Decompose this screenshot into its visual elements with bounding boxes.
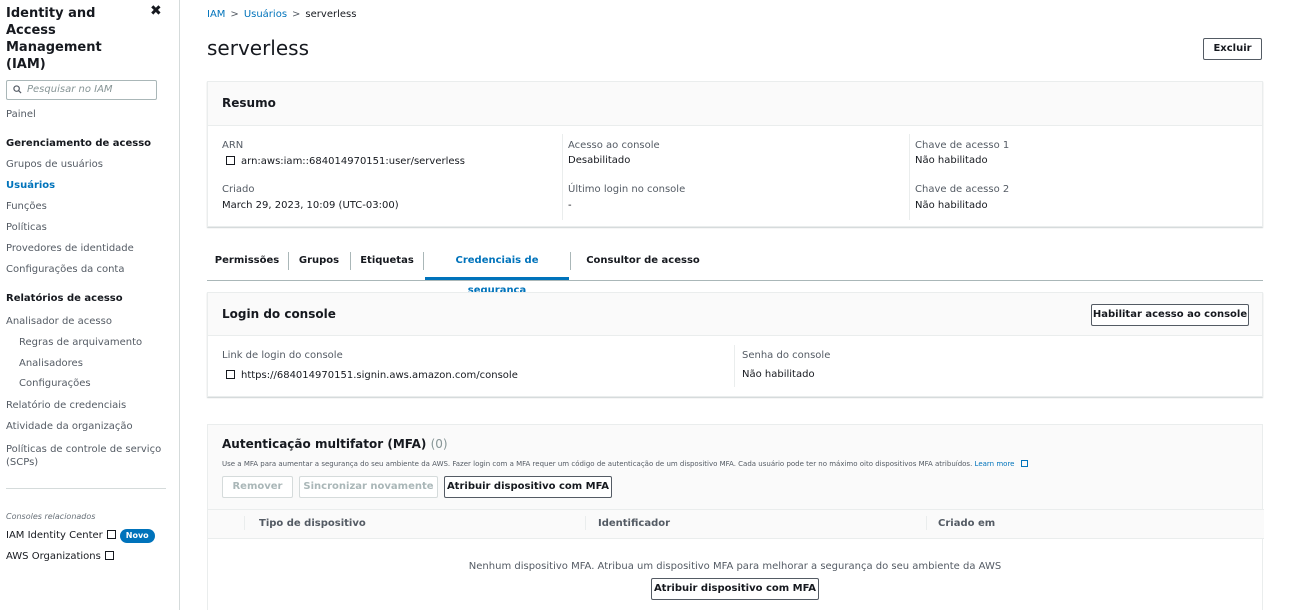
sidebar-item-scps[interactable]: Políticas de controle de serviço (SCPs) xyxy=(6,443,166,469)
created-value: March 29, 2023, 10:09 (UTC-03:00) xyxy=(222,200,399,211)
chevron-right-icon: > xyxy=(292,9,301,20)
summary-title: Resumo xyxy=(222,96,276,110)
tab-access-advisor[interactable]: Consultor de acesso xyxy=(571,246,715,280)
created-label: Criado xyxy=(222,184,255,195)
mfa-title: Autenticação multifator (MFA) (0) xyxy=(222,437,448,451)
remove-button[interactable]: Remover xyxy=(222,476,293,498)
copy-icon[interactable] xyxy=(226,370,235,379)
mfa-description: Use a MFA para aumentar a segurança do s… xyxy=(222,459,1028,468)
console-login-title: Login do console xyxy=(222,307,336,321)
console-link-text: https://684014970151.signin.aws.amazon.c… xyxy=(241,370,518,381)
console-password-value: Não habilitado xyxy=(742,369,815,380)
sidebar-section-access-management: Gerenciamento de acesso xyxy=(6,138,152,149)
sidebar-item-user-groups[interactable]: Grupos de usuários xyxy=(6,159,103,171)
tab-permissions[interactable]: Permissões xyxy=(207,246,287,280)
copy-icon[interactable] xyxy=(226,156,235,165)
breadcrumb: IAM > Usuários > serverless xyxy=(207,9,356,20)
sidebar-item-users[interactable]: Usuários xyxy=(6,180,55,192)
console-link-label: Link de login do console xyxy=(222,350,343,361)
access-key-1-label: Chave de acesso 1 xyxy=(915,140,1010,151)
resync-button[interactable]: Sincronizar novamente xyxy=(299,476,438,498)
search-icon xyxy=(13,85,22,94)
tab-security-credentials[interactable]: Credenciais de segurança xyxy=(425,246,569,296)
sidebar-item-account-settings[interactable]: Configurações da conta xyxy=(6,264,124,276)
sidebar-item-analyzers[interactable]: Analisadores xyxy=(19,358,83,370)
sidebar-link-organizations[interactable]: AWS Organizations xyxy=(6,550,114,563)
last-login-label: Último login no console xyxy=(568,184,686,195)
external-link-icon xyxy=(1020,460,1028,467)
sidebar: Identity and Access Management (IAM) ✖ P… xyxy=(0,0,180,610)
arn-value: arn:aws:iam::684014970151:user/serverles… xyxy=(226,155,465,167)
console-access-label: Acesso ao console xyxy=(568,140,660,151)
access-key-2-label: Chave de acesso 2 xyxy=(915,184,1010,195)
enable-console-access-button[interactable]: Habilitar acesso ao console xyxy=(1091,304,1249,326)
tab-bar: Permissões Grupos Etiquetas Credenciais … xyxy=(207,246,1263,296)
mfa-count: (0) xyxy=(430,437,448,451)
chevron-right-icon: > xyxy=(230,9,239,20)
access-key-2-value: Não habilitado xyxy=(915,200,988,211)
breadcrumb-current: serverless xyxy=(305,9,357,20)
tab-groups[interactable]: Grupos xyxy=(289,246,349,280)
mfa-table-header xyxy=(208,509,1264,539)
sidebar-item-settings[interactable]: Configurações xyxy=(19,378,91,390)
sidebar-item-archive-rules[interactable]: Regras de arquivamento xyxy=(19,337,142,349)
delete-button[interactable]: Excluir xyxy=(1203,38,1262,60)
console-password-label: Senha do console xyxy=(742,350,831,361)
sidebar-section-access-reports: Relatórios de acesso xyxy=(6,293,123,304)
arn-text: arn:aws:iam::684014970151:user/serverles… xyxy=(241,156,465,167)
col-device-type[interactable]: Tipo de dispositivo xyxy=(259,518,366,529)
close-icon[interactable]: ✖ xyxy=(150,3,162,19)
new-badge: Novo xyxy=(119,529,155,543)
search-input[interactable]: Pesquisar no IAM xyxy=(6,80,157,100)
external-link-icon xyxy=(104,551,114,560)
assign-mfa-empty-button[interactable]: Atribuir dispositivo com MFA xyxy=(651,578,819,600)
sidebar-item-policies[interactable]: Políticas xyxy=(6,222,47,234)
summary-header xyxy=(208,82,1262,126)
column-divider xyxy=(926,516,927,530)
assign-mfa-button[interactable]: Atribuir dispositivo com MFA xyxy=(444,476,612,498)
col-identifier[interactable]: Identificador xyxy=(598,518,670,529)
column-divider xyxy=(585,516,586,530)
sidebar-item-organization-activity[interactable]: Atividade da organização xyxy=(6,421,133,433)
tab-tags[interactable]: Etiquetas xyxy=(351,246,423,280)
console-access-value: Desabilitado xyxy=(568,155,631,166)
console-login-panel: Login do console Habilitar acesso ao con… xyxy=(207,292,1263,397)
sidebar-item-access-analyzer[interactable]: Analisador de acesso xyxy=(6,316,112,328)
sidebar-item-credential-report[interactable]: Relatório de credenciais xyxy=(6,400,126,412)
external-link-icon xyxy=(106,530,116,539)
arn-label: ARN xyxy=(222,140,244,151)
sidebar-divider xyxy=(6,488,166,489)
sidebar-item-dashboard[interactable]: Painel xyxy=(6,109,36,121)
organizations-label: AWS Organizations xyxy=(6,551,101,562)
page-title: serverless xyxy=(207,36,310,60)
search-placeholder: Pesquisar no IAM xyxy=(27,84,113,95)
column-divider xyxy=(909,134,910,220)
sidebar-item-roles[interactable]: Funções xyxy=(6,201,47,213)
summary-panel: Resumo ARN arn:aws:iam::684014970151:use… xyxy=(207,81,1263,227)
mfa-description-text: Use a MFA para aumentar a segurança do s… xyxy=(222,460,973,468)
identity-center-label: IAM Identity Center xyxy=(6,530,103,541)
console-link-value: https://684014970151.signin.aws.amazon.c… xyxy=(226,369,518,381)
col-created[interactable]: Criado em xyxy=(938,518,995,529)
mfa-empty-message: Nenhum dispositivo MFA. Atribua um dispo… xyxy=(468,561,1002,572)
breadcrumb-users[interactable]: Usuários xyxy=(244,9,287,20)
breadcrumb-iam[interactable]: IAM xyxy=(207,9,225,20)
column-divider xyxy=(562,134,563,220)
learn-more-link[interactable]: Learn more xyxy=(975,460,1015,468)
related-consoles-label: Consoles relacionados xyxy=(6,512,96,521)
mfa-title-text: Autenticação multifator (MFA) xyxy=(222,437,427,451)
access-key-1-value: Não habilitado xyxy=(915,155,988,166)
tab-separator xyxy=(423,252,424,270)
column-divider xyxy=(734,345,735,387)
sidebar-link-identity-center[interactable]: IAM Identity Center Novo xyxy=(6,529,155,543)
sidebar-item-identity-providers[interactable]: Provedores de identidade xyxy=(6,243,134,255)
column-divider xyxy=(244,516,245,530)
sidebar-title: Identity and Access Management (IAM) xyxy=(6,6,102,72)
last-login-value: - xyxy=(568,200,572,211)
